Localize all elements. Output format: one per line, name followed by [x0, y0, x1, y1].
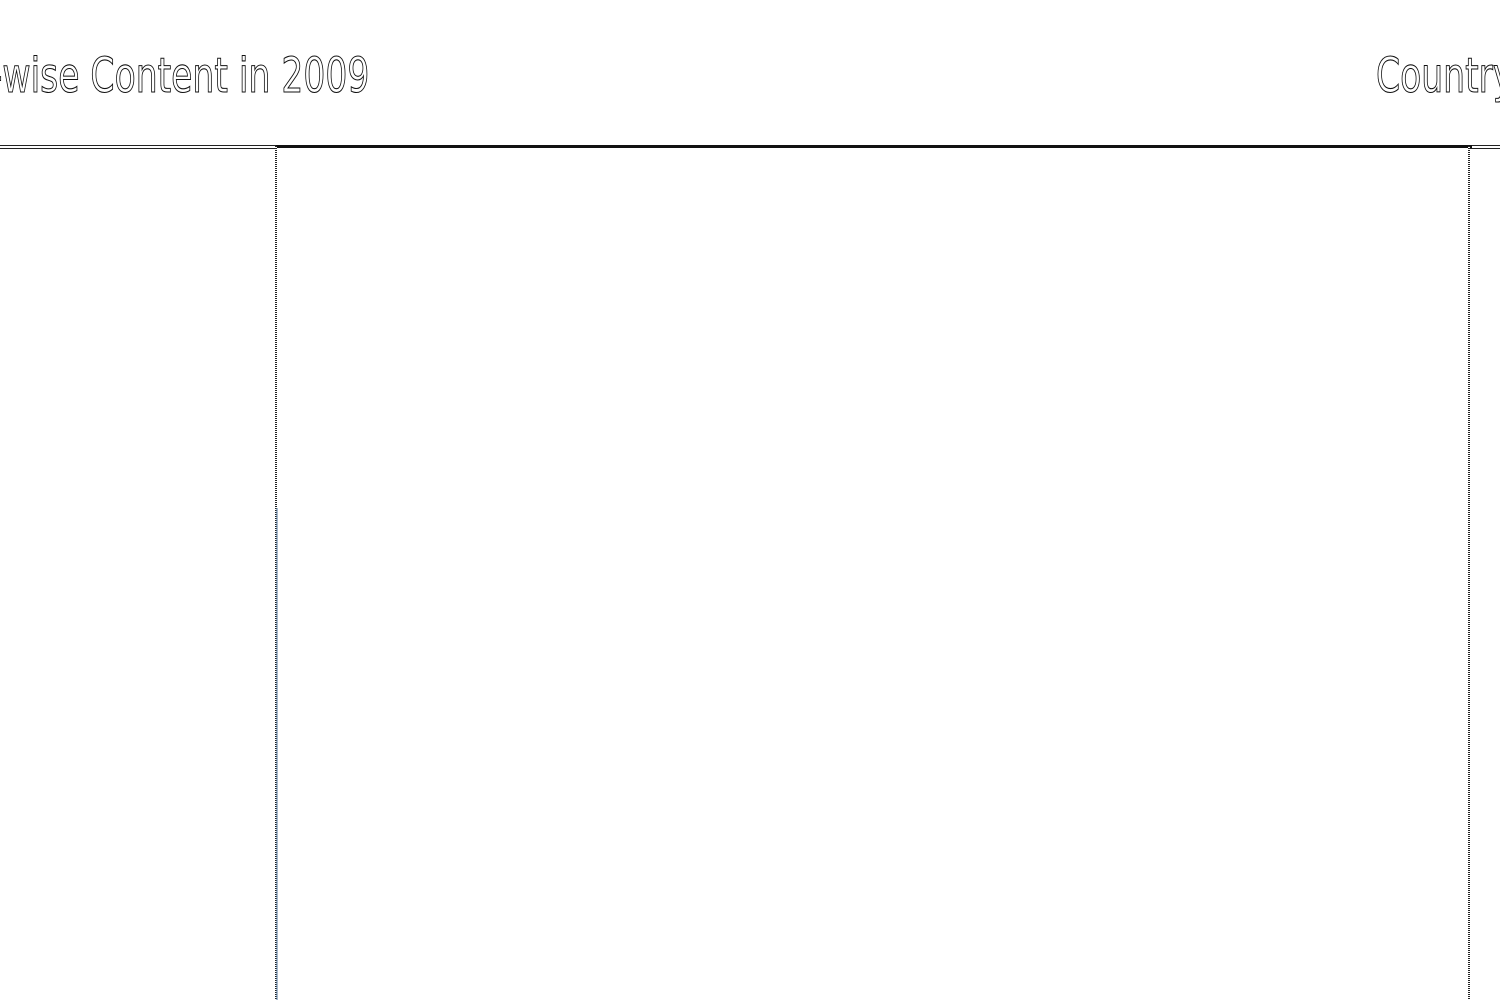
chart-title-right: Country — [1376, 48, 1500, 104]
table-right-border — [1468, 146, 1470, 1000]
chart-title-left: y-wise Content in 2009 — [0, 48, 370, 104]
chart-canvas: y-wise Content in 2009 Country — [0, 0, 1500, 1000]
table-body — [277, 148, 1468, 1000]
table-left-border-shade — [276, 508, 278, 1000]
